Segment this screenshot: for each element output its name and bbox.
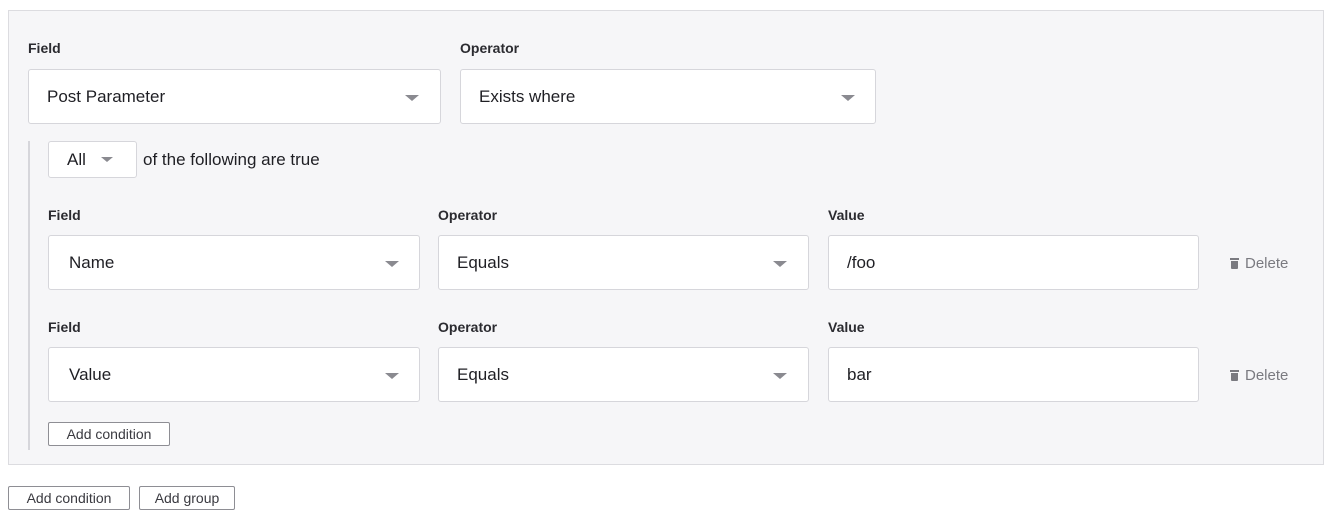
match-mode-text: of the following are true — [143, 150, 320, 169]
chevron-down-icon — [385, 373, 399, 379]
condition-operator-select[interactable]: Equals — [438, 347, 809, 402]
operator-select[interactable]: Exists where — [460, 69, 876, 124]
field-label: Field — [48, 207, 81, 223]
chevron-down-icon — [841, 95, 855, 101]
value-label: Value — [828, 319, 865, 335]
condition-value: bar — [847, 365, 872, 384]
delete-condition-button[interactable]: Delete — [1230, 255, 1288, 272]
delete-label: Delete — [1245, 255, 1289, 272]
chevron-down-icon — [405, 95, 419, 101]
add-group-button[interactable]: Add group — [139, 486, 235, 510]
operator-label: Operator — [438, 207, 498, 223]
match-mode-value: All — [67, 150, 86, 169]
condition-field-select[interactable]: Name — [48, 235, 420, 290]
group-border — [28, 141, 30, 450]
condition-operator-value: Equals — [457, 253, 509, 272]
field-select[interactable]: Post Parameter — [28, 69, 441, 124]
value-label: Value — [828, 207, 865, 223]
trash-icon — [1230, 370, 1239, 381]
condition-operator-select[interactable]: Equals — [438, 235, 809, 290]
operator-label: Operator — [460, 40, 520, 56]
condition-value-input[interactable]: /foo — [828, 235, 1199, 290]
field-label: Field — [28, 40, 61, 56]
add-condition-button[interactable]: Add condition — [8, 486, 130, 510]
field-label: Field — [48, 319, 81, 335]
match-mode-select[interactable]: All — [48, 141, 137, 178]
delete-label: Delete — [1245, 367, 1289, 384]
operator-select-value: Exists where — [479, 87, 576, 106]
add-condition-button[interactable]: Add condition — [48, 422, 170, 446]
condition-field-select[interactable]: Value — [48, 347, 420, 402]
chevron-down-icon — [101, 157, 113, 162]
chevron-down-icon — [773, 261, 787, 267]
operator-label: Operator — [438, 319, 498, 335]
trash-icon — [1230, 258, 1239, 269]
delete-condition-button[interactable]: Delete — [1230, 367, 1288, 384]
condition-field-value: Name — [69, 253, 115, 272]
chevron-down-icon — [385, 261, 399, 267]
condition-value-input[interactable]: bar — [828, 347, 1199, 402]
chevron-down-icon — [773, 373, 787, 379]
field-select-value: Post Parameter — [47, 87, 166, 106]
condition-field-value: Value — [69, 365, 112, 384]
condition-value: /foo — [847, 253, 876, 272]
condition-operator-value: Equals — [457, 365, 509, 384]
